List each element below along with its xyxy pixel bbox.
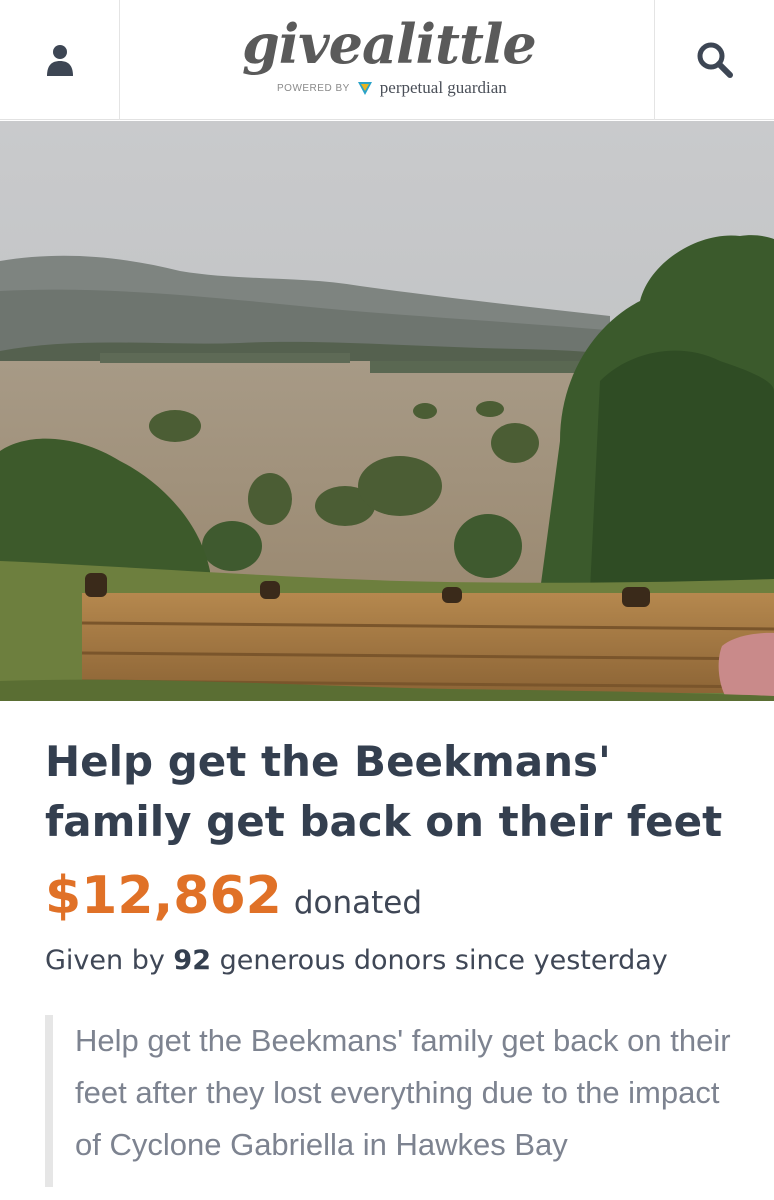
- campaign-title: Help get the Beekmans' family get back o…: [45, 737, 723, 846]
- top-header: givealittle POWERED BY perpetual guardia…: [0, 0, 774, 120]
- account-button[interactable]: [0, 0, 120, 120]
- given-prefix: Given by: [45, 945, 165, 976]
- search-button[interactable]: [654, 0, 774, 120]
- amount-value: $12,862: [45, 866, 282, 926]
- description-text: Help get the Beekmans' family get back o…: [75, 1023, 731, 1162]
- hero-image: [0, 121, 774, 701]
- logo-wordmark: givealittle: [242, 12, 537, 76]
- user-icon: [46, 45, 73, 76]
- partner-name: perpetual guardian: [379, 78, 507, 97]
- flooded-landscape-photo: [0, 121, 774, 701]
- logo-subline: POWERED BY perpetual guardian: [277, 78, 507, 98]
- donor-summary: Given by 92 generous donors since yester…: [45, 945, 668, 976]
- amount-suffix: donated: [293, 885, 423, 921]
- givealittle-logo[interactable]: givealittle POWERED BY perpetual guardia…: [120, 0, 654, 120]
- powered-by-label: POWERED BY: [277, 82, 350, 94]
- campaign-description: Help get the Beekmans' family get back o…: [45, 1015, 745, 1187]
- donor-count: 92: [173, 945, 211, 976]
- given-suffix: generous donors since yesterday: [219, 945, 668, 976]
- perpetual-guardian-icon: [357, 82, 372, 95]
- amount-raised: $12,862 donated: [45, 866, 422, 926]
- search-icon: [697, 42, 733, 78]
